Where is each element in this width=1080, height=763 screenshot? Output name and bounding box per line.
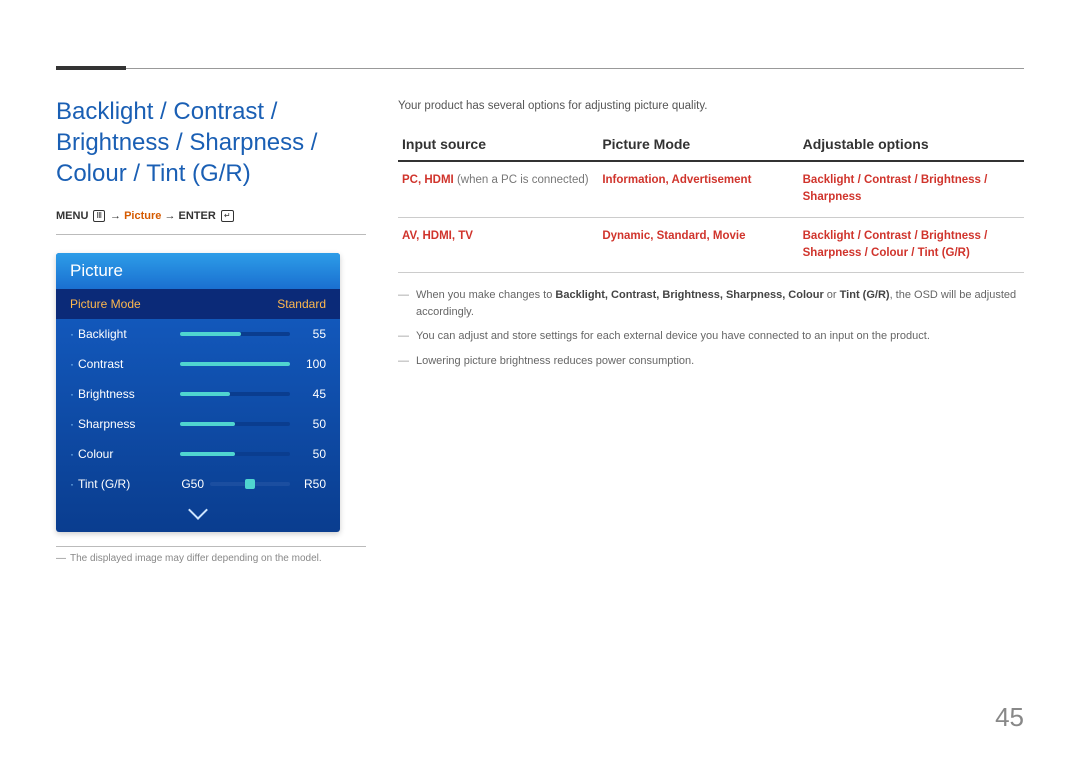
options-table: Input source Picture Mode Adjustable opt… — [398, 130, 1024, 273]
menu-icon: Ⅲ — [93, 210, 105, 222]
dash-icon: ― — [56, 553, 66, 564]
bullet-icon: · — [70, 327, 74, 341]
th-input-source: Input source — [398, 130, 598, 161]
cell-picture-mode: Dynamic, Standard, Movie — [598, 217, 798, 273]
osd-row-colour[interactable]: ·Colour 50 — [56, 439, 340, 469]
slider-track[interactable] — [180, 392, 290, 396]
note-item: You can adjust and store settings for ea… — [398, 328, 1024, 345]
chevron-down-icon — [188, 500, 208, 520]
slider-track[interactable] — [180, 332, 290, 336]
top-divider — [56, 68, 1024, 69]
osd-title: Picture — [56, 253, 340, 289]
slider-fill — [180, 392, 230, 396]
intro-text: Your product has several options for adj… — [398, 100, 1024, 112]
osd-label: ·Tint (G/R) — [70, 477, 180, 491]
cell-adjustable: Backlight / Contrast / Brightness / Shar… — [799, 161, 1024, 217]
breadcrumb-arrow-1: → — [110, 210, 124, 222]
th-adjustable: Adjustable options — [799, 130, 1024, 161]
tint-slider-track[interactable] — [210, 482, 290, 486]
slider-track[interactable] — [180, 362, 290, 366]
osd-row-tint[interactable]: ·Tint (G/R) G50 R50 — [56, 469, 340, 499]
osd-label: ·Contrast — [70, 357, 180, 371]
bullet-icon: · — [70, 477, 74, 491]
osd-label-picture-mode: Picture Mode — [70, 297, 180, 311]
osd-value: 50 — [298, 447, 326, 461]
cell-picture-mode: Information, Advertisement — [598, 161, 798, 217]
osd-value: 100 — [298, 357, 326, 371]
slider-fill — [180, 422, 235, 426]
slider-fill — [180, 332, 241, 336]
table-row: PC, HDMI (when a PC is connected) Inform… — [398, 161, 1024, 217]
note-item: Lowering picture brightness reduces powe… — [398, 353, 1024, 370]
tint-slider-knob[interactable] — [245, 479, 255, 489]
breadcrumb-enter: ENTER — [179, 210, 216, 222]
cell-input-source: PC, HDMI (when a PC is connected) — [398, 161, 598, 217]
cell-input-source: AV, HDMI, TV — [398, 217, 598, 273]
osd-label: ·Brightness — [70, 387, 180, 401]
osd-value: 55 — [298, 327, 326, 341]
osd-value: 45 — [298, 387, 326, 401]
osd-row-backlight[interactable]: ·Backlight 55 — [56, 319, 340, 349]
footnote: ―The displayed image may differ dependin… — [56, 547, 366, 564]
bullet-icon: · — [70, 357, 74, 371]
bullet-icon: · — [70, 447, 74, 461]
breadcrumb-arrow-2: → — [164, 210, 178, 222]
page-number: 45 — [995, 702, 1024, 733]
osd-value-picture-mode: Standard — [277, 297, 326, 311]
content: Backlight / Contrast / Brightness / Shar… — [56, 96, 1024, 564]
osd-panel: Picture Picture Mode Standard ·Backlight… — [56, 253, 340, 532]
tint-g-value: G50 — [180, 477, 210, 491]
osd-label: ·Sharpness — [70, 417, 180, 431]
cell-adjustable: Backlight / Contrast / Brightness / Shar… — [799, 217, 1024, 273]
osd-row-sharpness[interactable]: ·Sharpness 50 — [56, 409, 340, 439]
breadcrumb: MENU Ⅲ → Picture → ENTER ↵ — [56, 210, 366, 235]
osd-label: ·Backlight — [70, 327, 180, 341]
tint-r-value: R50 — [298, 477, 326, 491]
note-item: When you make changes to Backlight, Cont… — [398, 287, 1024, 320]
osd-scroll-down[interactable] — [56, 499, 340, 532]
osd-value: 50 — [298, 417, 326, 431]
breadcrumb-picture: Picture — [124, 210, 161, 222]
page: Backlight / Contrast / Brightness / Shar… — [0, 0, 1080, 763]
enter-icon: ↵ — [221, 210, 234, 222]
slider-track[interactable] — [180, 422, 290, 426]
osd-row-contrast[interactable]: ·Contrast 100 — [56, 349, 340, 379]
bullet-icon: · — [70, 417, 74, 431]
section-title: Backlight / Contrast / Brightness / Shar… — [56, 96, 366, 190]
osd-label: ·Colour — [70, 447, 180, 461]
top-divider-bold — [56, 66, 126, 70]
left-column: Backlight / Contrast / Brightness / Shar… — [56, 96, 366, 564]
slider-fill — [180, 362, 290, 366]
breadcrumb-menu: MENU — [56, 210, 88, 222]
osd-row-brightness[interactable]: ·Brightness 45 — [56, 379, 340, 409]
slider-track[interactable] — [180, 452, 290, 456]
th-picture-mode: Picture Mode — [598, 130, 798, 161]
bullet-icon: · — [70, 387, 74, 401]
right-column: Your product has several options for adj… — [398, 96, 1024, 564]
notes-list: When you make changes to Backlight, Cont… — [398, 287, 1024, 369]
slider-fill — [180, 452, 235, 456]
osd-row-picture-mode[interactable]: Picture Mode Standard — [56, 289, 340, 319]
table-row: AV, HDMI, TV Dynamic, Standard, Movie Ba… — [398, 217, 1024, 273]
